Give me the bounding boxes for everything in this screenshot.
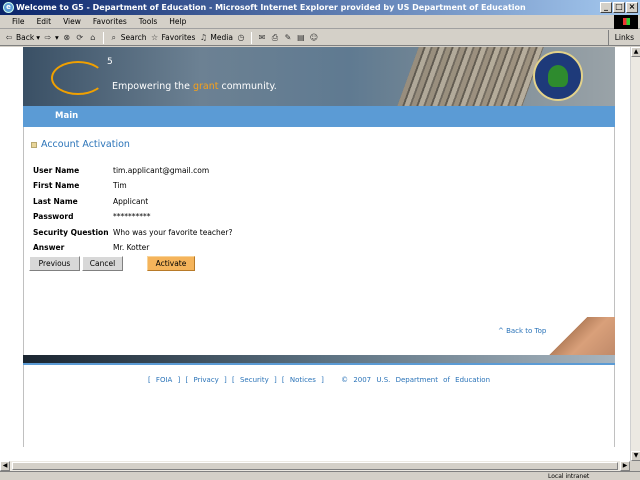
field-label: User Name — [33, 166, 80, 175]
links-bar[interactable]: Links — [607, 30, 640, 46]
menu-file[interactable]: File — [6, 17, 31, 26]
favorites-button[interactable]: ☆ Favorites — [150, 32, 196, 43]
forward-dropdown-icon[interactable]: ▾ — [55, 33, 59, 42]
field-label: Password — [33, 212, 74, 221]
cancel-button[interactable]: Cancel — [82, 256, 123, 271]
tagline-highlight: grant — [192, 81, 219, 92]
favorites-label: Favorites — [161, 33, 196, 42]
favorites-star-icon: ☆ — [150, 32, 159, 42]
menu-bar: File Edit View Favorites Tools Help — [0, 15, 640, 29]
main-nav-bar: Main — [23, 106, 615, 127]
footer-privacy-link[interactable]: [ Privacy ] — [186, 376, 227, 384]
back-label: Back — [16, 33, 35, 42]
toolbar-separator — [250, 31, 252, 44]
media-label: Media — [210, 33, 233, 42]
search-label: Search — [120, 33, 147, 42]
forward-arrow-icon: ⇨ — [44, 32, 52, 42]
refresh-icon[interactable]: ⟳ — [75, 33, 85, 43]
field-value: Applicant — [113, 197, 149, 206]
footer-accent-line — [23, 363, 615, 365]
back-button[interactable]: ⇦ Back ▾ — [4, 33, 40, 43]
department-seal-icon — [533, 51, 583, 101]
footer-links: [ FOIA ] [ Privacy ] [ Security ] [ Noti… — [23, 376, 615, 384]
back-to-top-link[interactable]: ^ Back to Top — [498, 327, 546, 335]
home-icon[interactable]: ⌂ — [88, 33, 98, 43]
edit-icon[interactable]: ✎ — [283, 33, 293, 43]
ie-logo-icon: e — [3, 2, 14, 13]
menu-help[interactable]: Help — [163, 17, 192, 26]
window-controls: _ □ × — [600, 2, 638, 13]
discuss-icon[interactable]: ▤ — [296, 33, 306, 43]
footer-notices-link[interactable]: [ Notices ] — [282, 376, 324, 384]
print-icon[interactable]: ⎙ — [270, 33, 280, 43]
footer-band — [23, 355, 615, 363]
tagline-end: community. — [218, 81, 277, 92]
field-value: Tim — [113, 181, 127, 190]
nav-main-link[interactable]: Main — [55, 111, 78, 121]
activate-button[interactable]: Activate — [147, 256, 195, 271]
menu-view[interactable]: View — [57, 17, 87, 26]
footer-foia-link[interactable]: [ FOIA ] — [148, 376, 180, 384]
scroll-up-icon[interactable]: ▲ — [631, 47, 640, 57]
banner-tagline: Empowering the grant community. — [112, 81, 277, 92]
back-dropdown-icon[interactable]: ▾ — [36, 33, 40, 42]
bookshelf-image — [397, 47, 544, 106]
section-header: Account Activation — [31, 139, 130, 150]
search-icon: ⌕ — [111, 32, 116, 42]
field-label: Answer — [33, 243, 65, 252]
scroll-down-icon[interactable]: ▼ — [631, 451, 640, 461]
windows-flag-icon — [614, 15, 638, 29]
window-title: Welcome to G5 - Department of Education … — [16, 3, 526, 12]
field-value: Mr. Kotter — [113, 243, 150, 252]
g5-superscript: 5 — [107, 57, 113, 67]
status-bar: Local intranet — [0, 471, 640, 480]
previous-button[interactable]: Previous — [29, 256, 80, 271]
footer-copyright: © 2007 U.S. Department of Education — [341, 376, 491, 384]
window-title-bar: e Welcome to G5 - Department of Educatio… — [0, 0, 640, 15]
media-icon: ♫ — [199, 32, 207, 42]
page-viewport: 5 Empowering the grant community. Main A… — [0, 47, 630, 461]
field-value: ********** — [113, 212, 151, 221]
scroll-left-icon[interactable]: ◀ — [0, 461, 10, 471]
horizontal-scrollbar[interactable]: ◀ ▶ — [0, 461, 630, 471]
field-label: Last Name — [33, 197, 78, 206]
menu-favorites[interactable]: Favorites — [87, 17, 133, 26]
maximize-button[interactable]: □ — [613, 2, 625, 13]
history-icon[interactable]: ◷ — [236, 33, 246, 43]
vertical-scrollbar[interactable]: ▲ ▼ — [630, 47, 640, 461]
tagline-text: Empowering the — [112, 81, 193, 92]
back-arrow-icon: ⇦ — [5, 32, 13, 42]
field-value: tim.applicant@gmail.com — [113, 166, 210, 175]
g5-banner: 5 Empowering the grant community. — [23, 47, 615, 106]
mail-icon[interactable]: ✉ — [257, 33, 267, 43]
section-bullet-icon — [31, 141, 37, 148]
forward-button[interactable]: ⇨ ▾ — [43, 33, 59, 43]
minimize-button[interactable]: _ — [600, 2, 612, 13]
toolbar-separator — [102, 31, 104, 44]
menu-edit[interactable]: Edit — [31, 17, 58, 26]
g5-logo-icon — [51, 61, 105, 95]
search-button[interactable]: ⌕ Search — [109, 33, 147, 43]
field-label: Security Question — [33, 228, 109, 237]
footer-security-link[interactable]: [ Security ] — [232, 376, 277, 384]
stop-icon[interactable]: ⊗ — [62, 33, 72, 43]
field-value: Who was your favorite teacher? — [113, 228, 233, 237]
security-zone: Local intranet — [548, 473, 590, 480]
footer-corner-image — [543, 317, 615, 355]
field-label: First Name — [33, 181, 80, 190]
menu-tools[interactable]: Tools — [133, 17, 163, 26]
close-button[interactable]: × — [626, 2, 638, 13]
messenger-icon[interactable]: ☺ — [309, 33, 319, 43]
scroll-right-icon[interactable]: ▶ — [620, 461, 630, 471]
page-content: 5 Empowering the grant community. Main A… — [23, 47, 615, 447]
page-title: Account Activation — [41, 139, 130, 150]
media-button[interactable]: ♫ Media — [198, 33, 233, 43]
browser-toolbar: ⇦ Back ▾ ⇨ ▾ ⊗ ⟳ ⌂ ⌕ Search ☆ Favorites … — [0, 30, 640, 46]
scroll-thumb[interactable] — [12, 462, 618, 470]
